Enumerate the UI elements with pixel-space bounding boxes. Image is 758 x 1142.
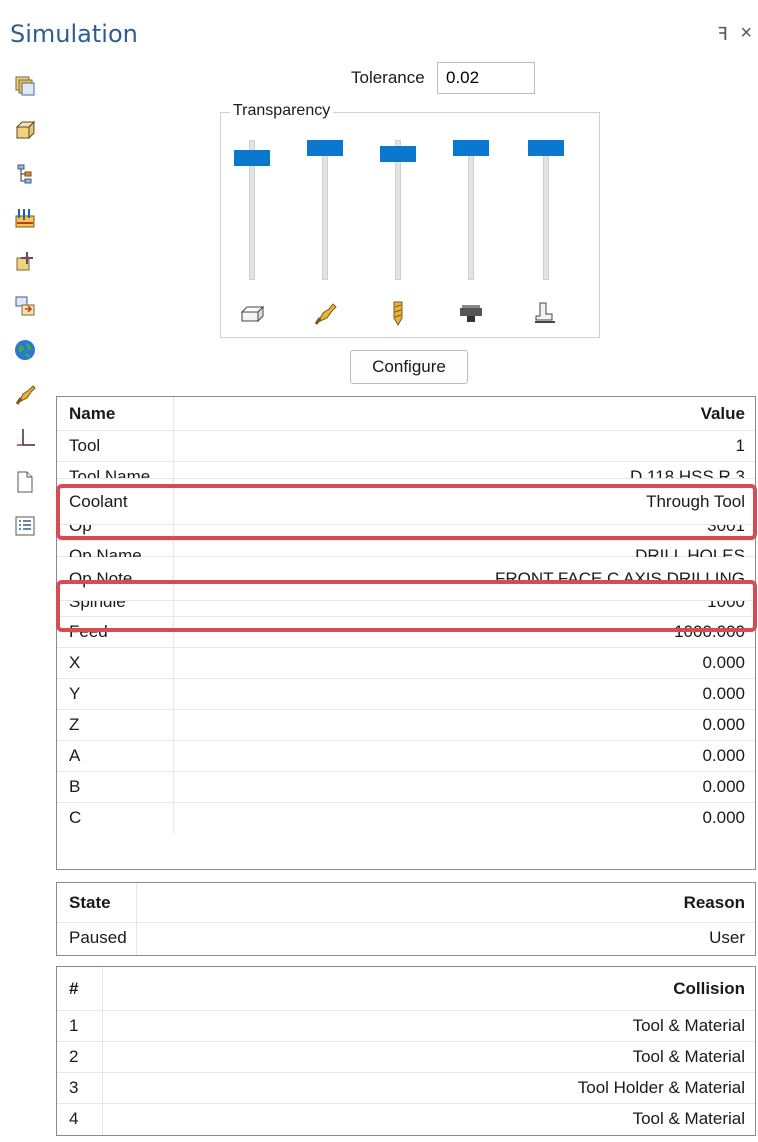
property-value: 0.000 [702,777,745,796]
slider-thumb[interactable] [234,150,270,166]
tool-strip [10,64,40,548]
property-value: 0.000 [702,684,745,703]
collision-column-header[interactable]: Collision [103,967,755,1010]
box-icon[interactable] [10,108,40,152]
number-column-header[interactable]: # [57,967,103,1010]
compare-icon[interactable] [10,284,40,328]
collision-number: 4 [57,1104,103,1135]
tolerance-input[interactable] [437,62,535,94]
collision-number: 3 [57,1073,103,1103]
collision-description: Tool Holder & Material [577,1078,745,1097]
property-value: 0.000 [702,746,745,765]
property-name: X [57,648,174,678]
property-name: A [57,741,174,771]
reason-column-header[interactable]: Reason [137,883,755,922]
name-column-header[interactable]: Name [57,397,174,430]
table-row[interactable]: Paused User [57,923,755,955]
machine-transparency-slider[interactable] [453,140,489,280]
holder-icon [312,300,338,326]
property-value: 0.000 [702,715,745,734]
stock-icon [239,300,265,326]
tree-icon[interactable] [10,152,40,196]
slider-thumb[interactable] [380,146,416,162]
fixture-icon [532,300,558,326]
property-value: DRILL HOLES [635,546,745,557]
property-value: 0.000 [702,808,745,827]
properties-table: Name Value Tool 1 Tool Name D 118 HSS R … [56,396,756,870]
property-name: Tool [57,431,174,461]
table-row[interactable]: 2 Tool & Material [57,1042,755,1073]
state-table: State Reason Paused User [56,882,756,956]
value-column-header[interactable]: Value [174,397,755,430]
table-row[interactable]: A 0.000 [57,741,755,772]
slider-track [543,140,549,280]
property-name: Z [57,710,174,740]
stacked-pages-icon[interactable] [10,64,40,108]
table-row[interactable]: 1 Tool & Material [57,1011,755,1042]
pin-icon[interactable]: ꟻ [718,24,728,45]
op-note-highlight-box [56,580,757,632]
table-header-row: Name Value [57,397,755,431]
state-column-header[interactable]: State [57,883,137,922]
table-row[interactable]: X 0.000 [57,648,755,679]
tool-holder-icon[interactable] [10,372,40,416]
crosshair-icon[interactable] [10,240,40,284]
table-row[interactable]: Op Name DRILL HOLES [57,541,755,557]
table-header-row: # Collision [57,967,755,1011]
table-row[interactable]: Tool 1 [57,431,755,462]
property-name: Y [57,679,174,709]
slider-thumb[interactable] [307,140,343,156]
table-row[interactable]: Z 0.000 [57,710,755,741]
collision-table: # Collision 1 Tool & Material 2 Tool & M… [56,966,756,1136]
configure-button[interactable]: Configure [350,350,468,384]
collision-description: Tool & Material [632,1016,745,1035]
property-name: B [57,772,174,802]
reason-value: User [709,928,745,947]
slider-thumb[interactable] [528,140,564,156]
document-icon[interactable] [10,460,40,504]
collision-number: 1 [57,1011,103,1041]
table-header-row: State Reason [57,883,755,923]
coolant-highlight-box [56,484,757,540]
table-row[interactable]: C 0.000 [57,803,755,834]
collision-description: Tool & Material [632,1047,745,1066]
property-name: Op Name [57,541,174,557]
toolpath-icon[interactable] [10,196,40,240]
drill-icon [385,300,411,327]
property-name: C [57,803,174,834]
slider-track [468,140,474,280]
close-icon[interactable]: × [740,22,752,45]
globe-icon[interactable] [10,328,40,372]
collision-description: Tool & Material [632,1109,745,1128]
property-name: Tool Name [57,462,174,478]
slider-track [322,140,328,280]
machine-icon [458,300,484,326]
axis-icon[interactable] [10,416,40,460]
stock-transparency-slider[interactable] [234,140,270,280]
fixture-transparency-slider[interactable] [528,140,564,280]
collision-number: 2 [57,1042,103,1072]
transparency-label: Transparency [230,102,334,120]
list-icon[interactable] [10,504,40,548]
table-row[interactable]: 3 Tool Holder & Material [57,1073,755,1104]
property-value: D 118 HSS R 3 [630,467,745,478]
tolerance-label: Tolerance [351,68,425,87]
slider-thumb[interactable] [453,140,489,156]
tool-transparency-slider[interactable] [380,140,416,280]
panel-titlebar: Simulation ꟻ × [0,10,758,56]
table-row[interactable]: 4 Tool & Material [57,1104,755,1135]
table-row[interactable]: Y 0.000 [57,679,755,710]
table-row[interactable]: B 0.000 [57,772,755,803]
table-row[interactable]: Tool Name D 118 HSS R 3 [57,462,755,479]
state-value: Paused [57,923,137,955]
property-value: 1 [735,436,745,455]
holder-transparency-slider[interactable] [307,140,343,280]
property-value: 0.000 [702,653,745,672]
panel-title: Simulation [10,20,138,48]
